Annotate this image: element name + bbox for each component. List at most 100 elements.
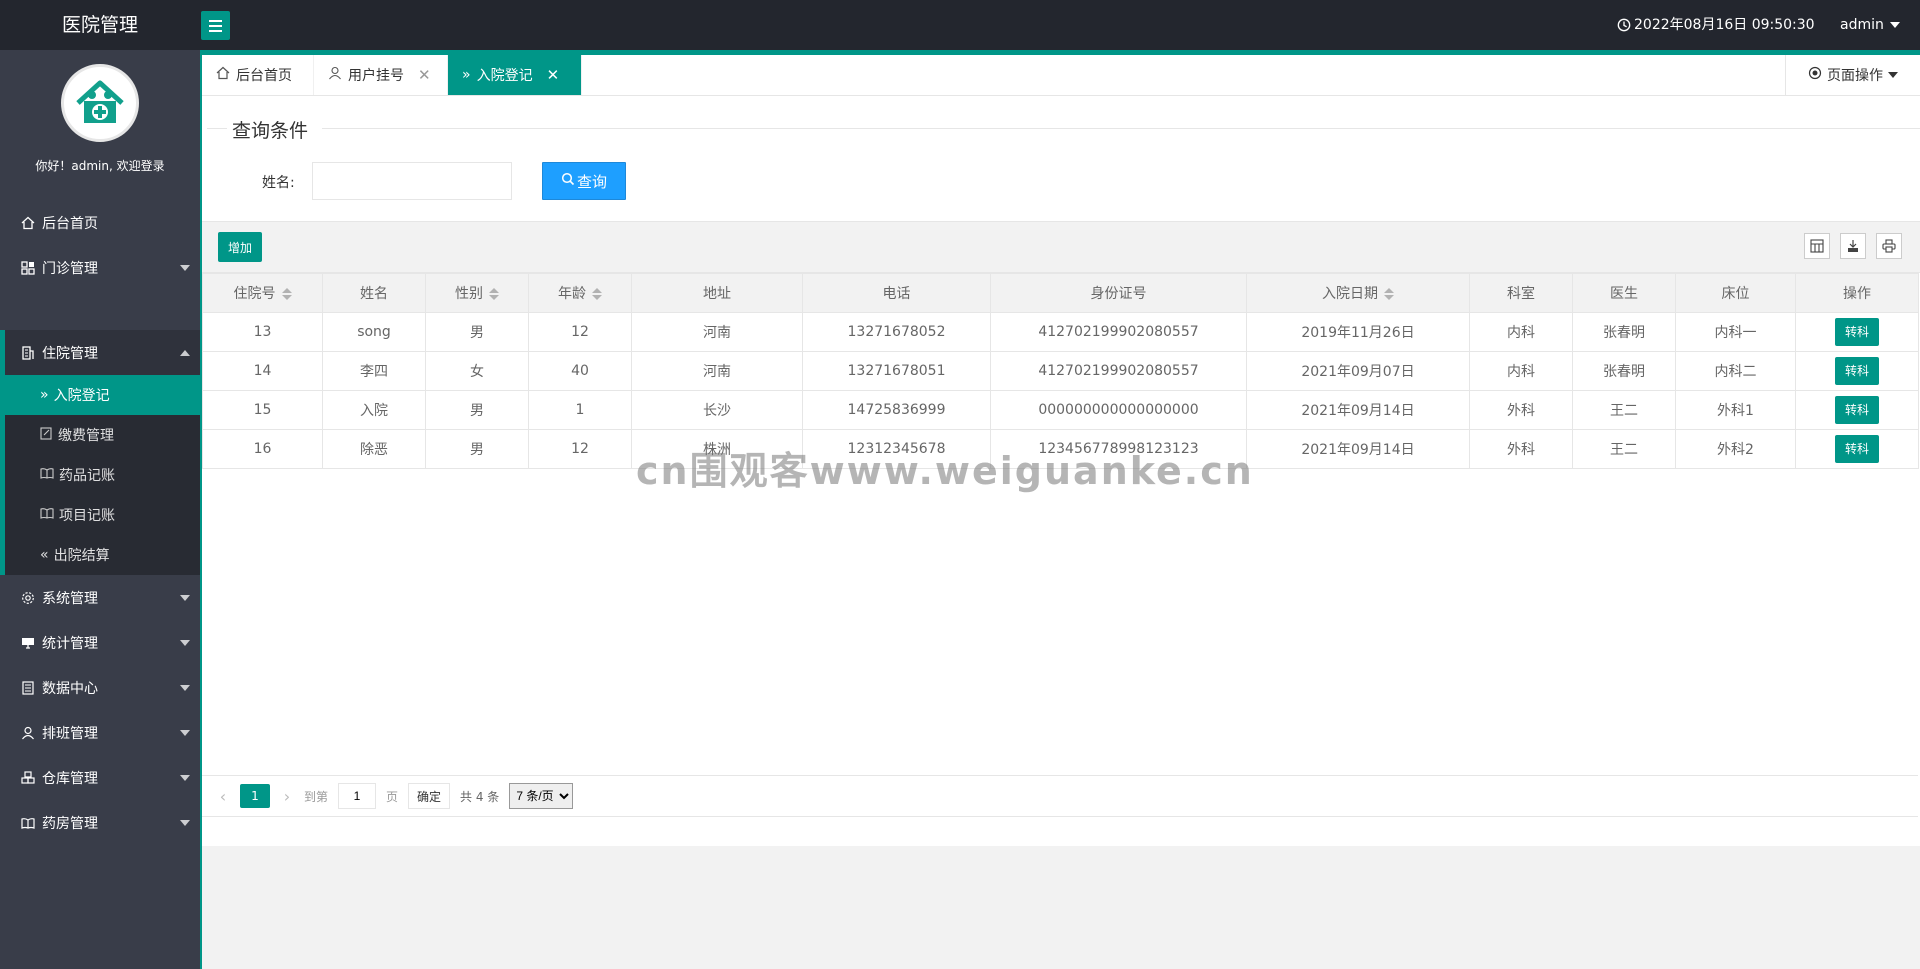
table-cell: 王二 — [1572, 429, 1676, 469]
query-button[interactable]: 查询 — [542, 162, 626, 200]
sidebar-item-label: 药房管理 — [42, 815, 98, 832]
chevron-left-icon[interactable]: ‹ — [216, 787, 230, 806]
table-cell: 2021年09月14日 — [1246, 429, 1470, 469]
close-icon[interactable]: ✕ — [418, 66, 431, 84]
sidebar-item-outpatient[interactable]: 门诊管理 — [0, 245, 200, 290]
table-panel: 增加 住院号 姓名 性别 年龄 地址 电话 身份证号 入院日期 科室 医生 床位… — [202, 221, 1920, 846]
columns-filter-icon[interactable] — [1804, 233, 1830, 259]
table-cell: 16 — [202, 429, 323, 469]
user-menu[interactable]: admin — [1840, 0, 1900, 50]
page-size-select[interactable]: 7 条/页 — [509, 783, 574, 809]
radio-target-icon — [1808, 66, 1822, 84]
export-icon[interactable] — [1840, 233, 1866, 259]
print-icon[interactable] — [1876, 233, 1902, 259]
column-header: 床位 — [1675, 273, 1796, 313]
submenu-item-admission[interactable]: » 入院登记 — [0, 375, 200, 415]
table-cell: 内科二 — [1675, 351, 1796, 391]
watermark-text: cn围观客www.weiguanke.cn — [636, 449, 1254, 493]
sidebar-item-label: 排班管理 — [42, 725, 98, 742]
sort-icon[interactable] — [1384, 288, 1394, 300]
transfer-button[interactable]: 转科 — [1835, 357, 1879, 385]
sidebar-item-data-center[interactable]: 数据中心 — [0, 665, 200, 710]
column-header: 医生 — [1572, 273, 1676, 313]
submenu-item-label: 入院登记 — [53, 388, 110, 404]
name-label: 姓名: — [262, 175, 295, 191]
page-operations-dropdown[interactable]: 页面操作 — [1785, 55, 1920, 95]
submenu-item-item-billing[interactable]: 项目记账 — [0, 495, 200, 535]
caret-up-icon — [180, 350, 190, 356]
goto-page-input[interactable] — [338, 783, 377, 809]
caret-down-icon — [180, 685, 190, 691]
query-label: 查询 — [576, 172, 607, 191]
close-icon[interactable]: ✕ — [547, 66, 560, 84]
fieldset-border — [207, 128, 227, 129]
sidebar-item-scheduling[interactable]: 排班管理 — [0, 710, 200, 755]
sidebar-item-pharmacy[interactable]: 药房管理 — [0, 800, 200, 845]
sort-icon[interactable] — [592, 288, 602, 300]
sidebar-item-label: 仓库管理 — [42, 770, 98, 787]
table-cell: 王二 — [1572, 390, 1676, 430]
sidebar-item-home[interactable]: 后台首页 — [0, 200, 200, 245]
column-header[interactable]: 入院日期 — [1246, 273, 1470, 313]
double-chevron-right-icon: » — [40, 387, 49, 403]
table-cell: 2019年11月26日 — [1246, 312, 1470, 352]
menu-icon-bar — [209, 19, 222, 22]
goto-prefix: 到第 — [304, 789, 329, 804]
table-cell: 40 — [528, 351, 632, 391]
tab-bar: 后台首页 用户挂号 ✕ » 入院登记 ✕ 页面操作 — [202, 55, 1920, 96]
table-cell: 内科一 — [1675, 312, 1796, 352]
table-cell: 412702199902080557 — [990, 351, 1247, 391]
column-header[interactable]: 年龄 — [528, 273, 632, 313]
column-header-label: 床位 — [1721, 286, 1750, 302]
submenu-item-discharge[interactable]: « 出院结算 — [0, 535, 200, 575]
datetime-display: 2022年08月16日 09:50:30 — [1617, 0, 1815, 50]
column-header-label: 入院日期 — [1322, 286, 1378, 302]
column-header-label: 地址 — [703, 286, 731, 302]
double-chevron-left-icon: « — [40, 547, 49, 563]
chevron-right-icon[interactable]: › — [280, 787, 294, 806]
page-current[interactable]: 1 — [240, 784, 270, 808]
sort-icon[interactable] — [281, 288, 292, 300]
column-header[interactable]: 性别 — [425, 273, 529, 313]
tab-home[interactable]: 后台首页 — [202, 55, 314, 95]
caret-down-icon — [180, 265, 190, 271]
table-cell: 内科 — [1469, 351, 1573, 391]
transfer-button[interactable]: 转科 — [1835, 435, 1879, 463]
column-header[interactable]: 住院号 — [202, 273, 323, 313]
submenu-item-label: 出院结算 — [53, 548, 110, 564]
table-cell: 男 — [425, 312, 529, 352]
add-button[interactable]: 增加 — [218, 232, 262, 262]
column-header: 身份证号 — [990, 273, 1247, 313]
transfer-button[interactable]: 转科 — [1835, 318, 1879, 346]
hospital-logo — [61, 64, 139, 142]
menu-toggle-button[interactable] — [201, 11, 230, 40]
fieldset-border — [322, 128, 1920, 129]
submenu-item-drug-billing[interactable]: 药品记账 — [0, 455, 200, 495]
column-header-label: 性别 — [455, 286, 483, 302]
table-cell: 12 — [528, 429, 632, 469]
name-search-input[interactable] — [312, 162, 512, 200]
goto-confirm-button[interactable]: 确定 — [408, 783, 451, 809]
caret-down-icon — [180, 775, 190, 781]
tab-admission[interactable]: » 入院登记 ✕ — [448, 55, 582, 95]
main-content: 查询条件 姓名: 查询 增加 住院号 姓名 性别 年龄 地址 电话 身份证号 入… — [202, 96, 1920, 969]
sidebar-item-system[interactable]: 系统管理 — [0, 575, 200, 620]
sort-icon[interactable] — [489, 288, 499, 300]
sidebar-item-inpatient[interactable]: 住院管理 — [0, 330, 200, 375]
table-cell: 张春明 — [1572, 312, 1676, 352]
column-header: 地址 — [631, 273, 803, 313]
column-header-label: 医生 — [1610, 286, 1638, 302]
building-icon — [20, 345, 36, 361]
column-header-label: 科室 — [1507, 286, 1535, 302]
sidebar-item-label: 后台首页 — [42, 215, 98, 232]
table-cell: 转科 — [1795, 429, 1919, 469]
table-cell: 男 — [425, 390, 529, 430]
sidebar: 你好！admin, 欢迎登录 后台首页 门诊管理 住院管理 » 入院登记 缴费管… — [0, 50, 200, 969]
transfer-button[interactable]: 转科 — [1835, 396, 1879, 424]
tab-registration[interactable]: 用户挂号 ✕ — [314, 55, 448, 95]
table-cell: 13271678052 — [802, 312, 991, 352]
sidebar-item-warehouse[interactable]: 仓库管理 — [0, 755, 200, 800]
sidebar-item-statistics[interactable]: 统计管理 — [0, 620, 200, 665]
submenu-item-payment[interactable]: 缴费管理 — [0, 415, 200, 455]
search-title: 查询条件 — [232, 120, 309, 142]
